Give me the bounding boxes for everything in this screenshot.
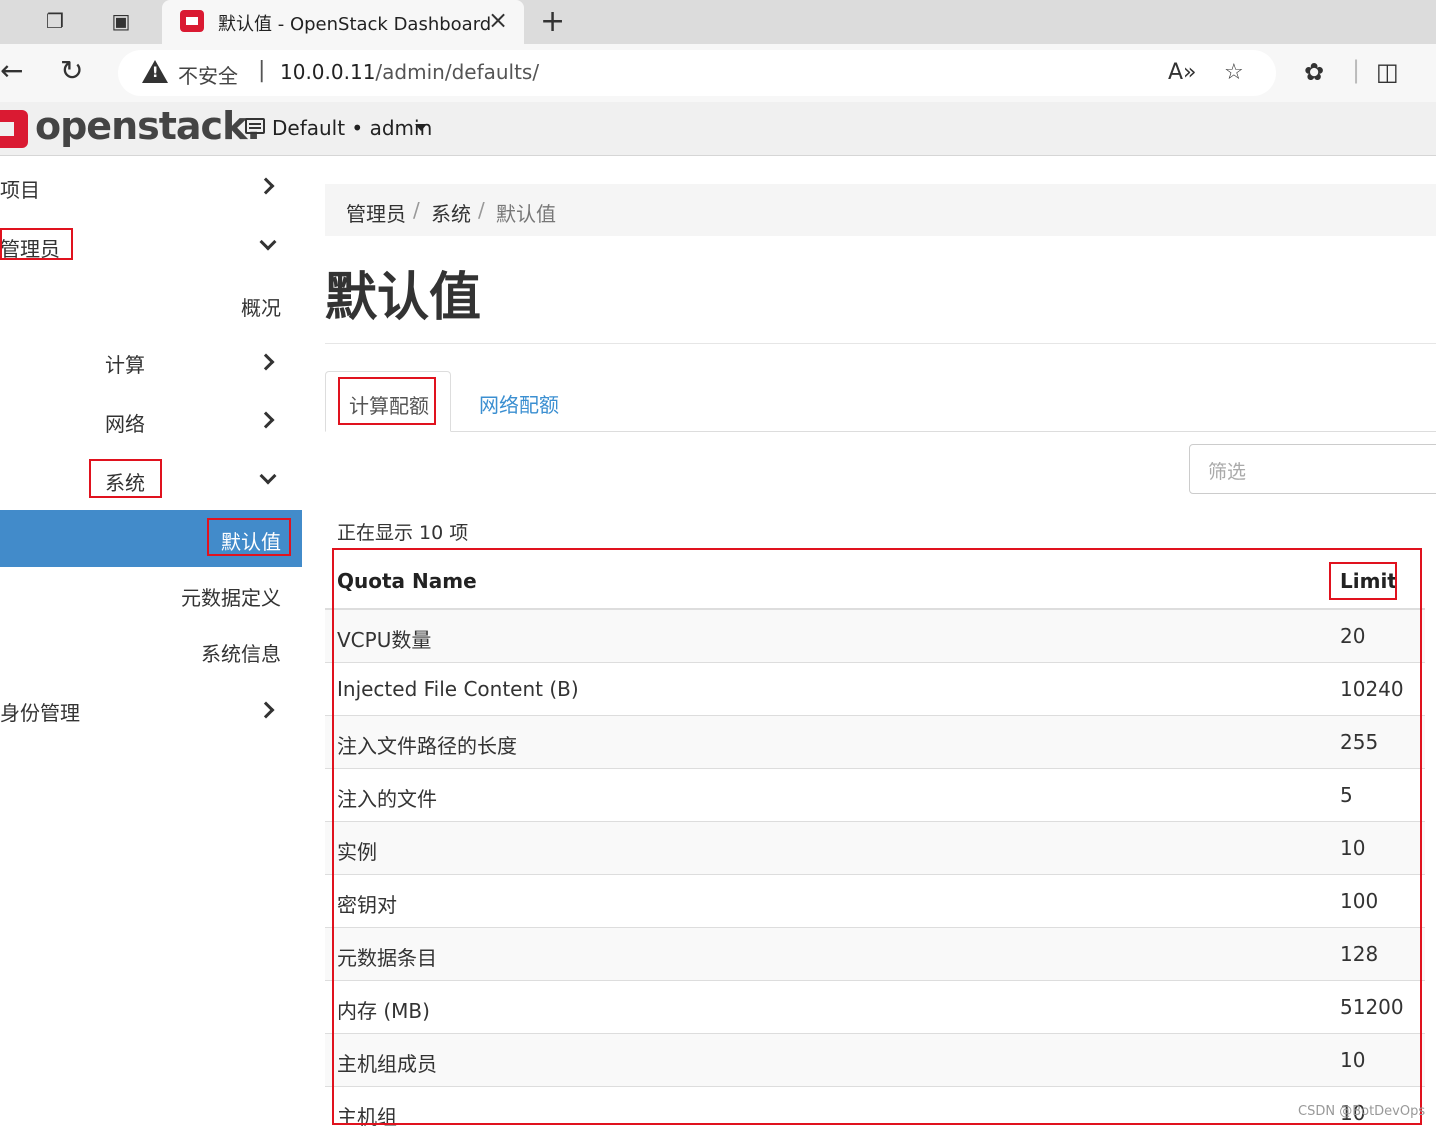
title-divider	[325, 343, 1436, 344]
sidebar-item-identity[interactable]: 身份管理	[0, 697, 80, 737]
back-icon[interactable]: ←	[0, 54, 23, 87]
chevron-down-icon[interactable]	[259, 233, 277, 251]
url-host: 10.0.0.11	[280, 60, 376, 84]
highlight-box-compute-quota	[338, 377, 436, 425]
project-list-icon	[245, 118, 265, 134]
chevron-right-icon[interactable]	[257, 701, 275, 719]
browser-tab-title: 默认值 - OpenStack Dashboard	[218, 14, 492, 35]
read-aloud-icon[interactable]: A»	[1168, 60, 1197, 85]
url-path: /admin/defaults/	[375, 60, 540, 84]
page-title: 默认值	[325, 268, 482, 328]
sidebar-item-network[interactable]: 网络	[105, 408, 145, 448]
url-text[interactable]: 10.0.0.11/admin/defaults/	[280, 60, 539, 84]
highlight-box-limit	[1329, 562, 1397, 600]
chevron-right-icon[interactable]	[257, 177, 275, 195]
filter-input[interactable]: 筛选	[1189, 444, 1436, 494]
breadcrumb: 管理员 / 系统 / 默认值	[325, 184, 1436, 236]
caret-down-icon[interactable]	[415, 124, 427, 131]
workspaces-icon[interactable]: ❐	[40, 6, 70, 36]
openstack-logo-icon[interactable]	[0, 110, 28, 148]
browser-toolbar: ← ↻ 不安全 | 10.0.0.11/admin/defaults/ A» ☆…	[0, 44, 1436, 102]
address-bar[interactable]: 不安全 | 10.0.0.11/admin/defaults/ A» ☆	[118, 50, 1276, 96]
warning-icon	[142, 60, 168, 83]
sidebar-item-metadata[interactable]: 元数据定义	[181, 582, 281, 622]
chevron-right-icon[interactable]	[257, 353, 275, 371]
item-count: 正在显示 10 项	[337, 522, 469, 544]
sidebar-item-sysinfo[interactable]: 系统信息	[201, 638, 281, 678]
sidebar-item-overview[interactable]: 概况	[241, 292, 281, 332]
close-tab-icon[interactable]: ×	[488, 6, 508, 34]
highlight-box-defaults	[207, 518, 291, 556]
watermark: CSDN @BotDevOps	[1298, 1104, 1426, 1119]
openstack-header: openstack. Default • admin	[0, 102, 1436, 156]
chevron-right-icon[interactable]	[257, 411, 275, 429]
insecure-label: 不安全	[178, 64, 238, 88]
breadcrumb-defaults: 默认值	[496, 202, 556, 226]
browser-tab-strip: ❐ ▣ 默认值 - OpenStack Dashboard × +	[0, 0, 1436, 44]
breadcrumb-separator: /	[413, 198, 420, 222]
favorite-star-icon[interactable]: ☆	[1224, 60, 1244, 85]
chevron-down-icon[interactable]	[259, 467, 277, 485]
split-screen-icon[interactable]: ◫	[1376, 58, 1399, 86]
toolbar-divider: |	[1352, 56, 1361, 84]
breadcrumb-separator: /	[478, 198, 485, 222]
tab-actions-icon[interactable]: ▣	[106, 6, 136, 36]
openstack-logo-text[interactable]: openstack.	[35, 104, 261, 148]
sidebar-item-project[interactable]: 项目	[0, 174, 40, 214]
breadcrumb-admin[interactable]: 管理员	[346, 198, 406, 227]
new-tab-icon[interactable]: +	[540, 4, 565, 39]
highlight-box-admin	[0, 228, 73, 260]
highlight-box-system	[89, 459, 162, 498]
extensions-icon[interactable]: ✿	[1304, 58, 1324, 86]
breadcrumb-system[interactable]: 系统	[431, 198, 471, 227]
project-selector[interactable]: Default • admin	[272, 116, 432, 140]
browser-tab-active[interactable]: 默认值 - OpenStack Dashboard ×	[162, 0, 524, 44]
sidebar: 项目 管理员 概况 计算 网络 系统 默认值 元数据定义 系统信息 身份管理	[0, 156, 302, 1129]
refresh-icon[interactable]: ↻	[60, 54, 83, 87]
highlight-box-table	[332, 548, 1422, 1125]
openstack-favicon-icon	[180, 10, 204, 32]
tab-network-quota[interactable]: 网络配额	[479, 389, 559, 418]
tabs-baseline	[325, 431, 1436, 432]
url-divider: |	[258, 58, 266, 83]
sidebar-item-compute[interactable]: 计算	[105, 349, 145, 389]
